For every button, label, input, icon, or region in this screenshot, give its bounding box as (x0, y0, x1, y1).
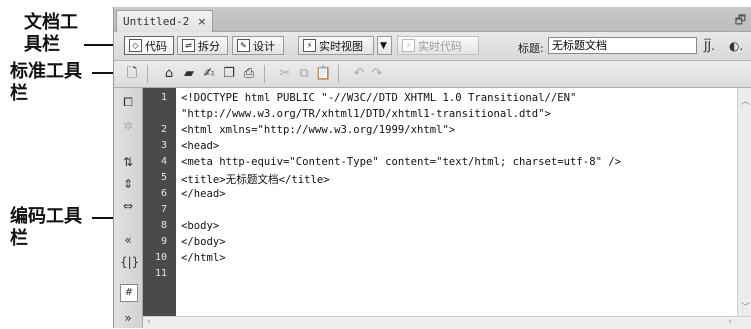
line-number: 2 (160, 124, 167, 135)
live-view-button[interactable]: ⚡ 实时视图 (298, 36, 374, 55)
code-line: <title>无标题文档</title> (181, 174, 330, 186)
split-view-button[interactable]: ⇌ 拆分 (177, 36, 228, 55)
code-line: </html> (181, 252, 226, 264)
line-number: 1 (160, 92, 167, 103)
annotation-doc-toolbar-pointer (84, 44, 114, 46)
chevron-down-icon: ▼ (380, 40, 387, 51)
toolbar-separator (338, 65, 339, 83)
scroll-left-icon[interactable]: ‹ (147, 317, 151, 327)
line-number: 3 (160, 140, 167, 151)
split-view-icon: ⇌ (182, 39, 195, 52)
annotation-std-toolbar-line2: 栏 (10, 83, 28, 104)
line-number: 6 (160, 188, 167, 199)
toolbar-separator (264, 65, 265, 83)
redo-icon[interactable]: ↷ (369, 66, 385, 82)
code-line: </body> (181, 236, 226, 248)
live-view-label: 实时视图 (319, 39, 363, 53)
line-number: 10 (154, 252, 167, 263)
line-number: 11 (154, 268, 167, 279)
new-document-icon[interactable]: 🗋 (124, 66, 140, 82)
annotation-std-toolbar-line1: 标准工具 (10, 61, 82, 82)
title-label: 标题: (518, 42, 544, 55)
code-view-label: 代码 (145, 39, 167, 53)
split-view-label: 拆分 (198, 39, 220, 53)
annotation-code-toolbar-line1: 编码工具 (10, 206, 82, 227)
line-number: 9 (160, 236, 167, 247)
live-view-dropdown[interactable]: ▼ (377, 36, 392, 55)
open-folder-icon[interactable]: ⌂ (161, 66, 177, 82)
code-line: <body> (181, 220, 220, 232)
restore-icon[interactable]: 🗗 (735, 11, 746, 32)
collapse-selection-icon[interactable]: ⇕ (120, 176, 136, 192)
open-documents-icon[interactable]: ⧠ (120, 94, 136, 110)
line-number: 5 (160, 172, 167, 183)
collapse-tag-icon[interactable]: ⇅ (120, 154, 136, 170)
code-line: <!DOCTYPE html PUBLIC "-//W3C//DTD XHTML… (181, 92, 577, 104)
browse-bridge-icon[interactable]: ▰ (181, 66, 197, 82)
close-icon[interactable]: × (197, 15, 206, 28)
standard-toolbar: 🗋 ⌂ ▰ ✍ ❐ ⎙ ✂ ⧉ 📋 ↶ ↷ (114, 61, 751, 88)
select-parent-tag-icon[interactable]: « (120, 232, 136, 248)
live-code-button[interactable]: ⚡ 实时代码 (397, 36, 479, 55)
preview-browser-icon[interactable]: ◐. (729, 39, 743, 53)
balance-braces-icon[interactable]: {|} (120, 254, 139, 270)
line-number: 8 (160, 220, 167, 231)
code-line: <html xmlns="http://www.w3.org/1999/xhtm… (181, 124, 456, 136)
design-view-button[interactable]: ✎ 设计 (232, 36, 284, 55)
print-code-icon[interactable]: ⎙ (241, 66, 257, 82)
annotation-code-toolbar-line2: 栏 (10, 228, 28, 249)
copy-icon[interactable]: ⧉ (296, 66, 312, 82)
line-number: 7 (160, 204, 167, 215)
code-line: "http://www.w3.org/TR/xhtml1/DTD/xhtml1-… (181, 108, 551, 120)
line-numbers-icon[interactable]: # (120, 284, 138, 302)
design-view-icon: ✎ (237, 39, 250, 52)
code-line: <head> (181, 140, 220, 152)
horizontal-scrollbar[interactable]: ‹ › (143, 316, 751, 329)
more-tools-chevron-icon[interactable]: » (120, 310, 136, 326)
annotation-doc-toolbar-line2: 具栏 (24, 34, 60, 55)
show-code-navigator-icon[interactable]: ✲ (120, 118, 136, 134)
code-view-button[interactable]: ◇ 代码 (124, 36, 174, 55)
line-number: 4 (160, 156, 167, 167)
document-toolbar: ◇ 代码 ⇌ 拆分 ✎ 设计 ⚡ 实时视图 ▼ ⚡ 实时代码 标题: ĴĴ. ◐… (114, 32, 751, 61)
annotation-std-toolbar: 标准工具 栏 (10, 61, 82, 105)
coding-toolbar: ⧠ ✲ ⇅ ⇕ ⇔ « {|} # » (114, 88, 143, 328)
live-code-icon: ⚡ (402, 39, 415, 52)
code-line: <meta http-equiv="Content-Type" content=… (181, 156, 622, 168)
annotation-doc-toolbar: 文档工 具栏 (24, 12, 78, 56)
code-line: </head> (181, 188, 226, 200)
annotation-code-toolbar: 编码工具 栏 (10, 206, 82, 250)
annotation-code-toolbar-pointer (92, 217, 114, 219)
annotation-std-toolbar-pointer (92, 72, 114, 74)
toolbar-separator (147, 65, 148, 83)
scroll-up-icon[interactable]: ︿ (741, 94, 750, 107)
code-editor[interactable]: <!DOCTYPE html PUBLIC "-//W3C//DTD XHTML… (176, 88, 737, 316)
file-management-icon[interactable]: ĴĴ. (704, 39, 715, 53)
undo-icon[interactable]: ↶ (351, 66, 367, 82)
scroll-down-icon[interactable]: ﹀ (741, 300, 750, 313)
tab-bar: Untitled-2 × 🗗 (114, 7, 751, 32)
paste-icon[interactable]: 📋 (315, 66, 331, 82)
editor-window: Untitled-2 × 🗗 ◇ 代码 ⇌ 拆分 ✎ 设计 ⚡ 实时视图 ▼ ⚡… (113, 7, 751, 329)
design-view-label: 设计 (253, 39, 275, 53)
scroll-right-icon[interactable]: › (728, 317, 732, 327)
title-input[interactable] (548, 37, 697, 54)
vertical-scrollbar[interactable]: ︿ ﹀ (737, 88, 751, 316)
live-view-icon: ⚡ (303, 39, 316, 52)
annotation-doc-toolbar-line1: 文档工 (24, 12, 78, 33)
code-view-icon: ◇ (129, 39, 142, 52)
save-all-icon[interactable]: ❐ (221, 66, 237, 82)
document-tab[interactable]: Untitled-2 × (116, 10, 214, 32)
save-icon[interactable]: ✍ (201, 66, 217, 82)
cut-icon[interactable]: ✂ (277, 66, 293, 82)
line-number-gutter: 1 2 3 4 5 6 7 8 9 10 11 (143, 88, 176, 316)
expand-all-icon[interactable]: ⇔ (120, 198, 136, 214)
live-code-label: 实时代码 (418, 39, 462, 53)
document-tab-title: Untitled-2 (123, 15, 190, 28)
